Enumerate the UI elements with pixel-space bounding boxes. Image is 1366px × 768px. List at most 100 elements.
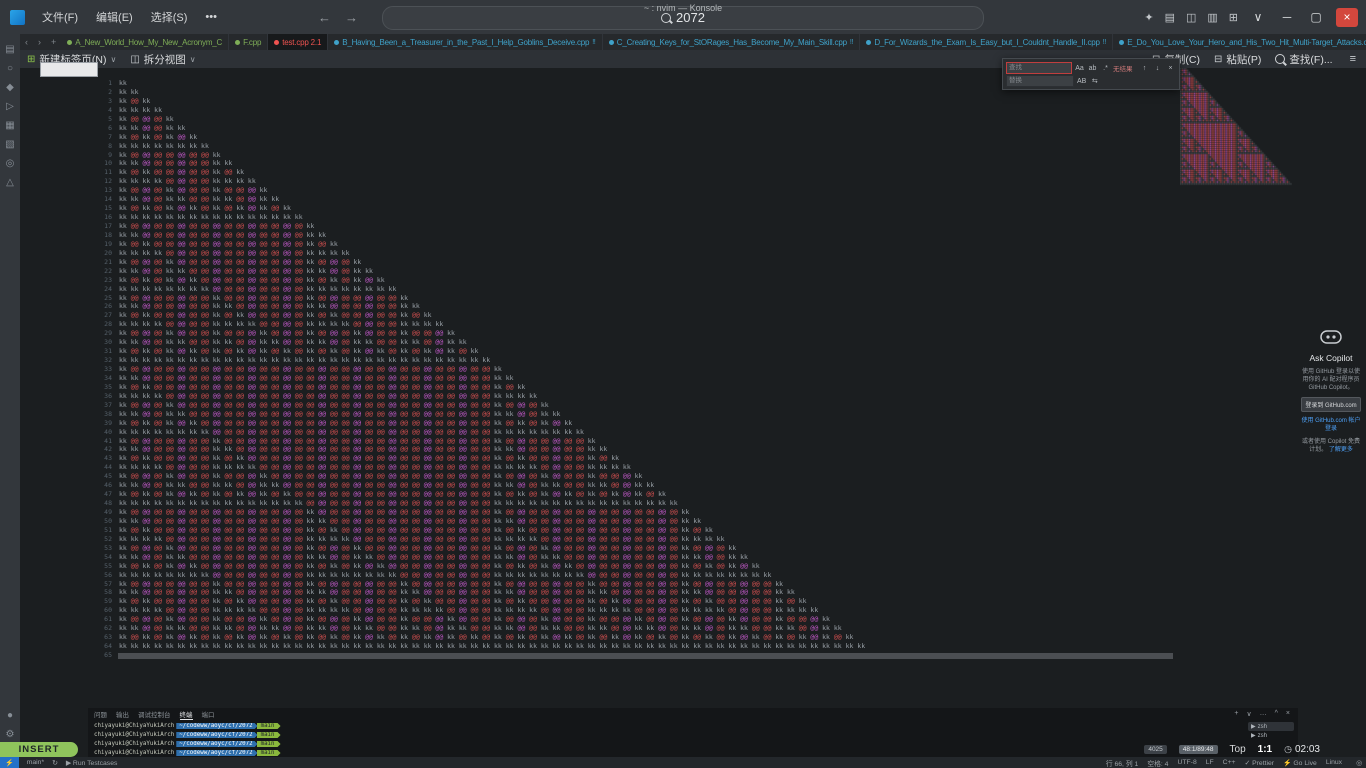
- regex-toggle[interactable]: .*: [1100, 65, 1111, 72]
- editor-pane[interactable]: 1kk2kkkk3kk@@kk4kkkkkkkk5kk@@@@@@kk6kkkk…: [88, 68, 1298, 708]
- find-input[interactable]: 查找: [1006, 62, 1072, 74]
- account-icon[interactable]: ●: [0, 706, 20, 725]
- nav-forward-icon[interactable]: →: [345, 10, 358, 25]
- git-branch-item[interactable]: main*: [27, 759, 44, 767]
- close-find-icon[interactable]: ×: [1165, 65, 1176, 72]
- layout-panel-icon[interactable]: ▤: [1165, 11, 1175, 24]
- menu-item-2[interactable]: 选择(S): [142, 9, 197, 25]
- token-at: @@: [471, 463, 479, 471]
- tab-scroll-right-icon[interactable]: ›: [33, 37, 46, 47]
- sync-icon[interactable]: ↻: [52, 759, 58, 767]
- replace-one-icon[interactable]: AB: [1076, 78, 1087, 85]
- encoding-item[interactable]: UTF-8: [1177, 759, 1196, 766]
- paste-button[interactable]: ⊟ 粘贴(P): [1207, 50, 1268, 68]
- terminal-tab-2[interactable]: test.cpp 2.1: [268, 34, 328, 50]
- terminal-list-item[interactable]: ▶zsh: [1248, 731, 1294, 740]
- token-kk: kk: [166, 276, 174, 284]
- panel-tab-3[interactable]: 终端: [180, 709, 193, 720]
- token-at: @@: [271, 562, 279, 570]
- window-chevron-icon[interactable]: ∨: [1249, 10, 1267, 24]
- tab-scroll-left-icon[interactable]: ‹: [20, 37, 33, 47]
- token-at: @@: [189, 481, 197, 489]
- nav-back-icon[interactable]: ←: [318, 10, 331, 25]
- layout-secondary-sidebar-icon[interactable]: ▥: [1207, 11, 1217, 24]
- token-kk: kk: [494, 499, 502, 507]
- terminal-tab-6[interactable]: E_Do_You_Love_Your_Hero_and_His_Two_Hit_…: [1113, 34, 1366, 50]
- prettier-item[interactable]: ✓ Prettier: [1245, 759, 1275, 767]
- panel-tab-2[interactable]: 调试控制台: [138, 709, 171, 720]
- maximize-panel-icon[interactable]: ^: [1273, 710, 1280, 718]
- more-actions-icon[interactable]: …: [1258, 710, 1269, 718]
- new-tab-icon[interactable]: +: [46, 37, 61, 47]
- go-live-item[interactable]: ⚡ Go Live: [1283, 759, 1317, 767]
- bell-icon[interactable]: ◎: [1356, 759, 1366, 767]
- menu-item-0[interactable]: 文件(F): [33, 9, 87, 25]
- terminal-tab-0[interactable]: A_New_World_How_My_New_Acronym_C: [61, 34, 229, 50]
- layout-sidebar-icon[interactable]: ◫: [1186, 11, 1196, 24]
- match-case-toggle[interactable]: Aa: [1074, 65, 1085, 72]
- line-number: 16: [98, 213, 112, 222]
- split-view-button[interactable]: ◫ 拆分视图 ∨: [123, 50, 202, 68]
- tab-rename-input[interactable]: [40, 62, 98, 77]
- token-at: @@: [142, 151, 150, 159]
- token-at: @@: [435, 419, 443, 427]
- command-center[interactable]: 2072: [382, 6, 984, 30]
- panel-tab-0[interactable]: 问题: [94, 709, 107, 720]
- new-terminal-icon[interactable]: +: [1232, 710, 1240, 718]
- prev-match-icon[interactable]: ↑: [1139, 65, 1150, 72]
- find-button[interactable]: 查找(F)...: [1268, 50, 1339, 68]
- token-at: @@: [201, 472, 209, 480]
- next-match-icon[interactable]: ↓: [1152, 65, 1163, 72]
- toolbar-menu-icon[interactable]: ≡: [1340, 53, 1366, 65]
- terminal-tab-4[interactable]: C_Creating_Keys_for_StORages_Has_Become_…: [603, 34, 861, 50]
- github-signin-link[interactable]: 使用 GitHub.com 帐户登录: [1300, 417, 1362, 433]
- github-signin-button[interactable]: 登录到 GitHub.com: [1301, 397, 1361, 412]
- run-testcases-button[interactable]: ▶ Run Testcases: [66, 759, 118, 767]
- token-at: @@: [154, 347, 162, 355]
- panel-tab-1[interactable]: 输出: [116, 709, 129, 720]
- source-control-icon[interactable]: ◆: [0, 78, 20, 97]
- terminal-tab-1[interactable]: F.cpp: [229, 34, 268, 50]
- split-view-chevron-icon[interactable]: ∨: [190, 55, 196, 64]
- new-tab-chevron-icon[interactable]: ∨: [110, 55, 116, 64]
- minimap-canvas[interactable]: [1180, 62, 1292, 189]
- token-at: @@: [201, 159, 209, 167]
- terminal-list-item[interactable]: ▶zsh: [1248, 722, 1294, 731]
- replace-input[interactable]: 替换: [1006, 75, 1074, 87]
- run-debug-icon[interactable]: ▷: [0, 97, 20, 116]
- menu-item-1[interactable]: 编辑(E): [87, 9, 142, 25]
- cursor-position-item[interactable]: 行 66, 列 1: [1106, 758, 1139, 768]
- layout-customize-icon[interactable]: ⊞: [1229, 11, 1238, 24]
- extensions-icon[interactable]: ▦: [0, 116, 20, 135]
- panel-tab-4[interactable]: 端口: [202, 709, 215, 720]
- token-at: @@: [377, 606, 385, 614]
- token-kk: kk: [564, 642, 572, 650]
- testing-icon[interactable]: ▧: [0, 135, 20, 154]
- remote-explorer-icon[interactable]: △: [0, 173, 20, 192]
- token-at: @@: [236, 365, 244, 373]
- replace-all-icon[interactable]: ⇆: [1089, 77, 1100, 85]
- token-at: @@: [142, 195, 150, 203]
- copilot-chat-icon[interactable]: ◎: [0, 154, 20, 173]
- close-button[interactable]: ×: [1336, 8, 1358, 27]
- terminal-dropdown-icon[interactable]: ∨: [1244, 710, 1253, 718]
- whole-word-toggle[interactable]: ab: [1087, 65, 1098, 72]
- maximize-button[interactable]: ▢: [1307, 10, 1325, 24]
- language-item[interactable]: C++: [1223, 759, 1236, 766]
- learn-more-link[interactable]: 了解更多: [1329, 447, 1353, 453]
- terminal-tab-5[interactable]: D_For_Wizards_the_Exam_Is_Easy_but_I_Cou…: [860, 34, 1113, 50]
- token-at: @@: [178, 294, 186, 302]
- remote-indicator[interactable]: ⚡: [0, 757, 19, 768]
- indentation-item[interactable]: 空格: 4: [1147, 758, 1168, 768]
- terminal-tab-3[interactable]: B_Having_Been_a_Treasurer_in_the_Past_I_…: [328, 34, 603, 50]
- menu-item-3[interactable]: •••: [196, 11, 226, 23]
- copilot-icon[interactable]: ✦: [1144, 11, 1153, 24]
- explorer-icon[interactable]: ▤: [0, 40, 20, 59]
- terminal-output[interactable]: chiyayuki@ChiyaYukiArch~/codeww/aoyc/cf/…: [88, 720, 1298, 757]
- os-item[interactable]: Linux: [1326, 759, 1342, 766]
- token-at: @@: [389, 508, 397, 516]
- minimize-button[interactable]: ─: [1278, 10, 1296, 24]
- eol-item[interactable]: LF: [1206, 759, 1214, 766]
- search-icon[interactable]: ○: [0, 59, 20, 78]
- close-panel-icon[interactable]: ×: [1284, 710, 1292, 718]
